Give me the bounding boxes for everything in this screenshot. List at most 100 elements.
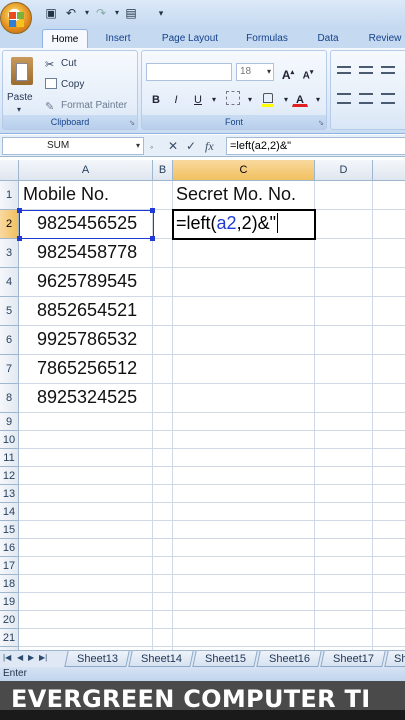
font-color-button[interactable]: A bbox=[292, 91, 308, 107]
row-header-14[interactable]: 14 bbox=[0, 503, 19, 521]
insert-function-icon[interactable]: fx bbox=[205, 138, 214, 154]
cut-button[interactable]: ✂ Cut bbox=[45, 57, 77, 71]
row-header-16[interactable]: 16 bbox=[0, 539, 19, 557]
scissors-icon: ✂ bbox=[45, 59, 55, 71]
column-header-c[interactable]: C bbox=[173, 160, 315, 181]
row-header-18[interactable]: 18 bbox=[0, 575, 19, 593]
cell-a8[interactable]: 8925324525 bbox=[37, 387, 137, 408]
font-color-dropdown-icon[interactable]: ▾ bbox=[310, 91, 326, 107]
office-button[interactable] bbox=[0, 2, 32, 34]
cell-a7[interactable]: 7865256512 bbox=[37, 358, 137, 379]
font-size-combo[interactable]: 18 ▾ bbox=[236, 63, 274, 81]
row-header-6[interactable]: 6 bbox=[0, 326, 19, 355]
italic-button[interactable]: I bbox=[168, 91, 184, 107]
tab-insert[interactable]: Insert bbox=[96, 29, 140, 48]
sheet-tab-sheet16[interactable]: Sheet16 bbox=[256, 651, 322, 667]
prev-sheet-icon[interactable]: ◀ bbox=[17, 653, 23, 662]
row-header-15[interactable]: 15 bbox=[0, 521, 19, 539]
font-name-combo[interactable] bbox=[146, 63, 232, 81]
range-handle-bottom-right[interactable] bbox=[150, 236, 155, 241]
fill-color-icon[interactable] bbox=[260, 91, 276, 107]
row-header-9[interactable]: 9 bbox=[0, 413, 19, 431]
tab-page-layout[interactable]: Page Layout bbox=[155, 29, 225, 48]
cell-a4[interactable]: 9625789545 bbox=[37, 271, 137, 292]
format-painter-label: Format Painter bbox=[61, 100, 128, 111]
underline-button[interactable]: U bbox=[190, 91, 206, 107]
next-sheet-icon[interactable]: ▶ bbox=[28, 653, 34, 662]
row-header-21[interactable]: 21 bbox=[0, 629, 19, 647]
row-header-4[interactable]: 4 bbox=[0, 268, 19, 297]
copy-button[interactable]: Copy bbox=[45, 78, 84, 91]
first-sheet-icon[interactable]: |◀ bbox=[3, 653, 11, 662]
underline-dropdown-icon[interactable]: ▾ bbox=[206, 91, 222, 107]
tab-formulas[interactable]: Formulas bbox=[238, 29, 296, 48]
formula-input[interactable]: =left(a2,2)&" bbox=[226, 137, 405, 155]
cell-c1[interactable]: Secret Mo. No. bbox=[176, 184, 296, 205]
bold-button[interactable]: B bbox=[148, 91, 164, 107]
row-header-17[interactable]: 17 bbox=[0, 557, 19, 575]
cell-a3[interactable]: 9825458778 bbox=[37, 242, 137, 263]
row-header-1[interactable]: 1 bbox=[0, 181, 19, 210]
row-header-5[interactable]: 5 bbox=[0, 297, 19, 326]
name-box-dropdown-icon[interactable]: ▾ bbox=[136, 138, 140, 154]
row-header-10[interactable]: 10 bbox=[0, 431, 19, 449]
row-header-13[interactable]: 13 bbox=[0, 485, 19, 503]
select-all-corner[interactable] bbox=[0, 160, 19, 181]
grow-font-button[interactable]: A▴ bbox=[280, 64, 296, 82]
range-handle-top-right[interactable] bbox=[150, 208, 155, 213]
undo-icon[interactable]: ↶ bbox=[64, 6, 78, 20]
row-header-8[interactable]: 8 bbox=[0, 384, 19, 413]
row-header-2[interactable]: 2 bbox=[0, 210, 19, 239]
redo-icon[interactable]: ↷ bbox=[94, 6, 108, 20]
range-handle-bottom-left[interactable] bbox=[17, 236, 22, 241]
tab-review[interactable]: Review bbox=[360, 29, 405, 48]
sheet-tab-sheet13[interactable]: Sheet13 bbox=[64, 651, 130, 667]
save-icon[interactable]: ▣ bbox=[44, 6, 58, 20]
name-box[interactable]: SUM ▾ bbox=[2, 137, 144, 155]
column-header-e[interactable] bbox=[373, 160, 405, 181]
shrink-font-button[interactable]: A▾ bbox=[300, 64, 316, 81]
sheet-tab-sheet15[interactable]: Sheet15 bbox=[192, 651, 258, 667]
clipboard-launcher-icon[interactable]: ⬂ bbox=[129, 119, 135, 127]
row-header-20[interactable]: 20 bbox=[0, 611, 19, 629]
customize-toolbar-icon[interactable]: ▾ bbox=[154, 6, 168, 20]
range-handle-top-left[interactable] bbox=[17, 208, 22, 213]
alignment-group bbox=[330, 50, 405, 130]
borders-dropdown-icon[interactable]: ▾ bbox=[242, 91, 258, 107]
row-gridline bbox=[19, 325, 405, 326]
borders-icon[interactable] bbox=[226, 91, 240, 105]
row-header-3[interactable]: 3 bbox=[0, 239, 19, 268]
sheet-tab-partial[interactable]: Sh bbox=[384, 651, 405, 667]
cell-a6[interactable]: 9925786532 bbox=[37, 329, 137, 350]
enter-icon[interactable]: ✓ bbox=[186, 138, 196, 154]
cell-a5[interactable]: 8852654521 bbox=[37, 300, 137, 321]
row-header-7[interactable]: 7 bbox=[0, 355, 19, 384]
font-size-dropdown-icon[interactable]: ▾ bbox=[267, 64, 271, 80]
row-gridline bbox=[19, 520, 405, 521]
undo-dropdown-icon[interactable]: ▾ bbox=[80, 6, 94, 20]
taskbar-strip bbox=[0, 710, 405, 720]
row-header-19[interactable]: 19 bbox=[0, 593, 19, 611]
vertical-align-icons[interactable] bbox=[335, 63, 405, 79]
sheet-tab-bar: |◀ ◀ ▶ ▶| Sheet13 Sheet14 Sheet15 Sheet1… bbox=[0, 650, 405, 667]
cell-c2-editing[interactable]: =left(a2,2)&" bbox=[176, 213, 278, 234]
tab-home[interactable]: Home bbox=[42, 29, 88, 48]
tab-data[interactable]: Data bbox=[308, 29, 348, 48]
cancel-icon[interactable]: ✕ bbox=[168, 138, 178, 154]
format-painter-button[interactable]: ✎ Format Painter bbox=[45, 99, 127, 113]
row-header-12[interactable]: 12 bbox=[0, 467, 19, 485]
horizontal-align-icons[interactable] bbox=[335, 91, 405, 107]
row-header-11[interactable]: 11 bbox=[0, 449, 19, 467]
column-header-d[interactable]: D bbox=[315, 160, 373, 181]
sheet-tab-sheet17[interactable]: Sheet17 bbox=[320, 651, 386, 667]
column-header-b[interactable]: B bbox=[153, 160, 173, 181]
cell-a1[interactable]: Mobile No. bbox=[23, 184, 109, 205]
formula-suffix: ,2)&" bbox=[236, 213, 276, 233]
last-sheet-icon[interactable]: ▶| bbox=[39, 653, 47, 662]
column-header-a[interactable]: A bbox=[19, 160, 153, 181]
paste-button[interactable]: Paste ▾ bbox=[7, 55, 37, 114]
redo-dropdown-icon[interactable]: ▾ bbox=[110, 6, 124, 20]
font-launcher-icon[interactable]: ⬂ bbox=[318, 119, 324, 127]
print-preview-icon[interactable]: ▤ bbox=[124, 6, 138, 20]
sheet-tab-sheet14[interactable]: Sheet14 bbox=[128, 651, 194, 667]
